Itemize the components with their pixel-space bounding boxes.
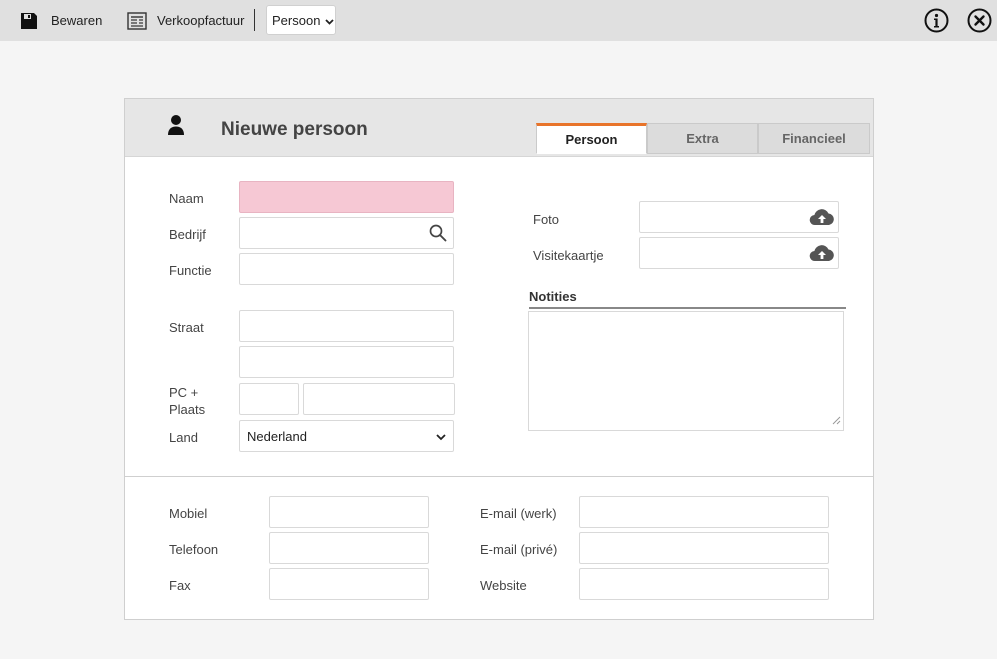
visitekaartje-label: Visitekaartje bbox=[533, 248, 604, 263]
plaats-input[interactable] bbox=[303, 383, 455, 415]
notities-textarea[interactable] bbox=[528, 311, 844, 431]
pc-plaats-label-line1: PC + bbox=[169, 385, 199, 400]
pc-plaats-label-line2: Plaats bbox=[169, 402, 206, 417]
straat-input-2[interactable] bbox=[239, 346, 454, 378]
resize-handle-icon[interactable] bbox=[832, 413, 841, 428]
straat-input-1[interactable] bbox=[239, 310, 454, 342]
foto-label: Foto bbox=[533, 212, 560, 227]
website-input[interactable] bbox=[579, 568, 829, 600]
email-prive-input[interactable] bbox=[579, 532, 829, 564]
bedrijf-label: Bedrijf bbox=[169, 227, 206, 242]
tab-extra[interactable]: Extra bbox=[647, 123, 758, 154]
section-divider bbox=[125, 476, 873, 477]
mobiel-input[interactable] bbox=[269, 496, 429, 528]
save-label: Bewaren bbox=[51, 13, 103, 28]
functie-label: Functie bbox=[169, 263, 212, 278]
bedrijf-input[interactable] bbox=[239, 217, 454, 249]
person-icon bbox=[167, 114, 185, 139]
cloud-upload-icon[interactable] bbox=[809, 209, 835, 229]
telefoon-label: Telefoon bbox=[169, 542, 219, 557]
telefoon-input[interactable] bbox=[269, 532, 429, 564]
mobiel-label: Mobiel bbox=[169, 506, 208, 521]
land-select-value: Nederland bbox=[247, 428, 307, 444]
close-icon[interactable] bbox=[967, 8, 992, 33]
record-type-value: Persoon bbox=[272, 12, 321, 28]
person-form-card: Nieuwe persoon Persoon Extra Financieel … bbox=[124, 98, 874, 620]
postcode-input[interactable] bbox=[239, 383, 299, 415]
straat-label: Straat bbox=[169, 320, 204, 335]
invoice-button[interactable]: Verkoopfactuur bbox=[127, 0, 244, 41]
email-werk-label: E-mail (werk) bbox=[480, 506, 557, 521]
tab-persoon[interactable]: Persoon bbox=[536, 123, 647, 154]
tab-financieel[interactable]: Financieel bbox=[758, 123, 870, 154]
email-werk-input[interactable] bbox=[579, 496, 829, 528]
chevron-down-icon bbox=[325, 13, 335, 28]
land-select[interactable]: Nederland bbox=[239, 420, 454, 452]
toolbar: Bewaren Verkoopfactuur Persoon bbox=[0, 0, 997, 41]
functie-input[interactable] bbox=[239, 253, 454, 285]
naam-label: Naam bbox=[169, 191, 204, 206]
land-label: Land bbox=[169, 430, 198, 445]
search-icon[interactable] bbox=[429, 224, 447, 245]
record-type-select[interactable]: Persoon bbox=[266, 5, 336, 35]
info-icon[interactable] bbox=[924, 8, 949, 33]
naam-input[interactable] bbox=[239, 181, 454, 213]
fax-input[interactable] bbox=[269, 568, 429, 600]
floppy-disk-icon bbox=[20, 12, 38, 30]
card-header: Nieuwe persoon Persoon Extra Financieel bbox=[125, 99, 873, 157]
invoice-icon bbox=[127, 11, 147, 30]
invoice-label: Verkoopfactuur bbox=[157, 13, 245, 28]
toolbar-divider bbox=[254, 9, 255, 31]
website-label: Website bbox=[480, 578, 527, 593]
page-title: Nieuwe persoon bbox=[221, 119, 368, 140]
notities-heading: Notities bbox=[529, 289, 846, 309]
fax-label: Fax bbox=[169, 578, 191, 593]
chevron-down-icon bbox=[436, 429, 446, 444]
save-button[interactable]: Bewaren bbox=[20, 0, 102, 41]
cloud-upload-icon[interactable] bbox=[809, 245, 835, 265]
email-prive-label: E-mail (privé) bbox=[480, 542, 558, 557]
